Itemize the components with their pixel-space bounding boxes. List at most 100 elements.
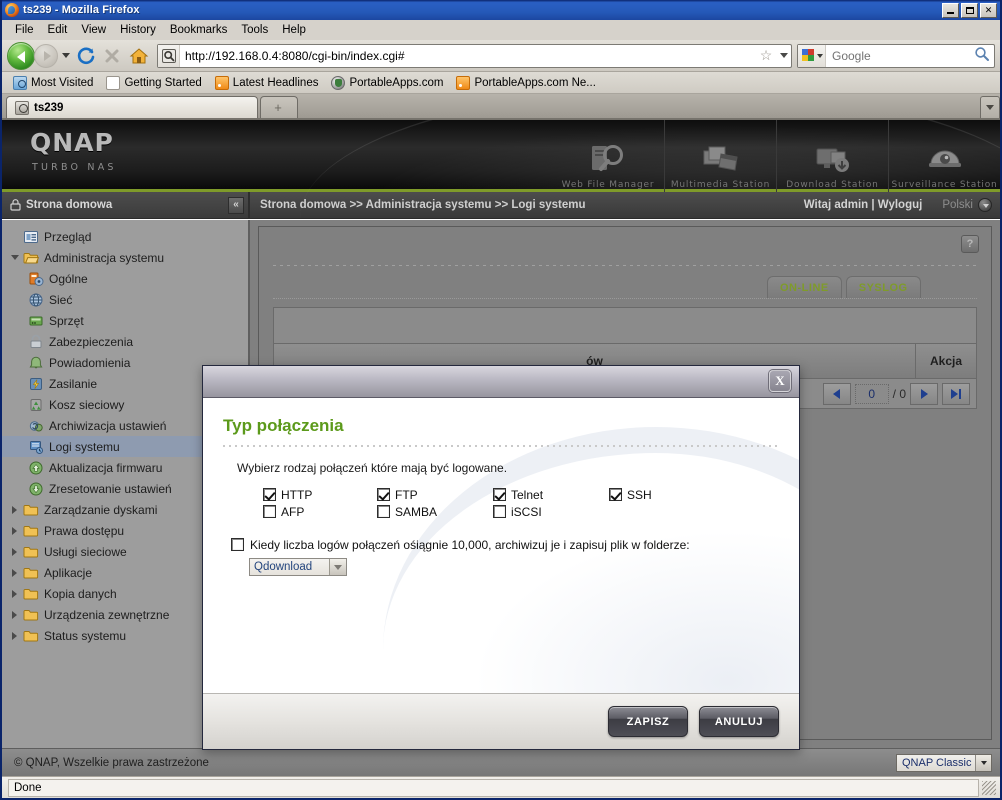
- twisty-closed[interactable]: [8, 505, 21, 514]
- sidebar-item-label: Zarządzanie dyskami: [44, 502, 158, 517]
- checkbox-ssh[interactable]: SSH: [609, 486, 777, 503]
- bookmark-latest-headlines[interactable]: Latest Headlines: [210, 75, 324, 91]
- maximize-button[interactable]: [961, 2, 978, 18]
- tab-ts239[interactable]: ts239: [6, 96, 258, 118]
- qnap-logo: QNAP TURBO NAS: [30, 130, 117, 173]
- menu-history[interactable]: History: [113, 22, 163, 38]
- tab-online[interactable]: ON-LINE: [767, 276, 842, 298]
- sidebar-collapse-button[interactable]: «: [228, 196, 244, 214]
- chevron-down-icon: [329, 559, 346, 575]
- url-text[interactable]: http://192.168.0.4:8080/cgi-bin/index.cg…: [180, 49, 755, 63]
- search-icon[interactable]: [970, 46, 994, 65]
- menu-file[interactable]: File: [8, 22, 41, 38]
- url-dropdown-icon[interactable]: [777, 53, 791, 58]
- banner-app-web-file-manager[interactable]: Web File Manager: [552, 120, 664, 192]
- sidebar-item-label: Administracja systemu: [44, 250, 165, 265]
- table-header-cell: Akcja: [916, 344, 976, 378]
- bookmark-getting-started[interactable]: Getting Started: [101, 75, 206, 91]
- sidebar-item-label: Urządzenia zewnętrzne: [44, 607, 170, 622]
- save-button[interactable]: ZAPISZ: [608, 706, 688, 737]
- twisty-closed[interactable]: [8, 526, 21, 535]
- checkbox-iscsi[interactable]: iSCSI: [493, 503, 609, 520]
- window-title: ts239 - Mozilla Firefox: [23, 4, 140, 16]
- checkbox-afp[interactable]: AFP: [263, 503, 377, 520]
- banner-app-multimedia-station[interactable]: Multimedia Station: [664, 120, 776, 192]
- next-page-button[interactable]: [910, 382, 938, 405]
- checkbox-telnet[interactable]: Telnet: [493, 486, 609, 503]
- site-identity-icon[interactable]: [158, 44, 180, 67]
- sidebar-item-przeglad[interactable]: Przegląd: [2, 226, 248, 247]
- menu-edit[interactable]: Edit: [41, 22, 75, 38]
- backup-icon: [26, 418, 46, 434]
- theme-select-value: QNAP Classic: [902, 756, 972, 769]
- search-engine-icon[interactable]: [798, 44, 826, 67]
- prev-page-button[interactable]: [822, 382, 851, 405]
- archive-folder-select[interactable]: Qdownload: [249, 558, 347, 576]
- history-dropdown-icon[interactable]: [60, 44, 72, 68]
- sidebar-item-siec[interactable]: Sieć: [2, 289, 248, 310]
- checkbox-ftp[interactable]: FTP: [377, 486, 493, 503]
- checkbox-box[interactable]: [377, 505, 390, 518]
- checkbox-box[interactable]: [493, 505, 506, 518]
- minimize-button[interactable]: [942, 2, 959, 18]
- twisty-closed[interactable]: [8, 610, 21, 619]
- tab-list-dropdown-icon[interactable]: [980, 96, 1000, 118]
- banner-app-label: Surveillance Station: [891, 180, 998, 190]
- twisty-open[interactable]: [8, 255, 21, 260]
- checkbox-samba[interactable]: SAMBA: [377, 503, 493, 520]
- menu-bookmarks[interactable]: Bookmarks: [163, 22, 235, 38]
- archive-checkbox[interactable]: [231, 538, 244, 551]
- stop-icon[interactable]: [100, 44, 124, 68]
- close-icon[interactable]: X: [769, 370, 791, 392]
- bookmark-most-visited[interactable]: Most Visited: [8, 75, 98, 91]
- resize-grip-icon[interactable]: [982, 780, 996, 795]
- file-magnifier-icon: [586, 139, 630, 179]
- sidebar-item-sprzet[interactable]: Sprzęt: [2, 310, 248, 331]
- sidebar-item-administracja-systemu[interactable]: Administracja systemu: [2, 247, 248, 268]
- checkbox-box[interactable]: [377, 488, 390, 501]
- sidebar-item-ogolne[interactable]: Ogólne: [2, 268, 248, 289]
- cancel-button[interactable]: ANULUJ: [699, 706, 779, 737]
- page-number-input[interactable]: 0: [854, 383, 889, 404]
- help-icon[interactable]: ?: [961, 235, 979, 253]
- checkbox-box[interactable]: [493, 488, 506, 501]
- language-selector[interactable]: Polski: [942, 198, 992, 212]
- theme-select[interactable]: QNAP Classic: [896, 753, 992, 772]
- new-tab-button[interactable]: +: [260, 96, 298, 118]
- twisty-closed[interactable]: [8, 631, 21, 640]
- home-lock-icon: [10, 199, 21, 211]
- url-bar[interactable]: http://192.168.0.4:8080/cgi-bin/index.cg…: [157, 43, 792, 68]
- home-icon[interactable]: [126, 44, 152, 68]
- forward-button-icon[interactable]: [34, 43, 58, 68]
- sidebar-item-label: Sieć: [49, 292, 73, 307]
- search-input[interactable]: Google: [826, 49, 970, 63]
- sidebar-item-zabezpieczenia[interactable]: Zabezpieczenia: [2, 331, 248, 352]
- banner-app-download-station[interactable]: Download Station: [776, 120, 888, 192]
- checkbox-label: SAMBA: [395, 504, 438, 519]
- twisty-closed[interactable]: [8, 547, 21, 556]
- bookmark-portableapps-news[interactable]: PortableApps.com Ne...: [451, 75, 600, 91]
- archive-option-row[interactable]: Kiedy liczba logów połączeń ośiągnie 10,…: [231, 538, 777, 553]
- menu-view[interactable]: View: [74, 22, 113, 38]
- copyright-text: © QNAP, Wszelkie prawa zastrzeżone: [14, 756, 209, 769]
- dome-camera-icon: [923, 139, 967, 179]
- banner-app-surveillance-station[interactable]: Surveillance Station: [888, 120, 1000, 192]
- checkbox-box[interactable]: [609, 488, 622, 501]
- back-button-icon[interactable]: [7, 41, 35, 70]
- checkbox-box[interactable]: [263, 505, 276, 518]
- checkbox-http[interactable]: HTTP: [263, 486, 377, 503]
- menu-help[interactable]: Help: [275, 22, 313, 38]
- menu-tools[interactable]: Tools: [234, 22, 275, 38]
- tab-syslog[interactable]: SYSLOG: [845, 276, 921, 298]
- close-button[interactable]: ✕: [980, 2, 997, 18]
- bookmark-portableapps[interactable]: PortableApps.com: [326, 75, 448, 91]
- search-bar[interactable]: Google: [797, 43, 995, 68]
- twisty-closed[interactable]: [8, 589, 21, 598]
- user-greeting[interactable]: Witaj admin | Wyloguj: [804, 199, 923, 211]
- reload-icon[interactable]: [74, 44, 98, 68]
- bookmark-star-icon[interactable]: ☆: [755, 47, 777, 64]
- last-page-button[interactable]: [942, 382, 970, 405]
- divider: [273, 265, 977, 266]
- twisty-closed[interactable]: [8, 568, 21, 577]
- checkbox-box[interactable]: [263, 488, 276, 501]
